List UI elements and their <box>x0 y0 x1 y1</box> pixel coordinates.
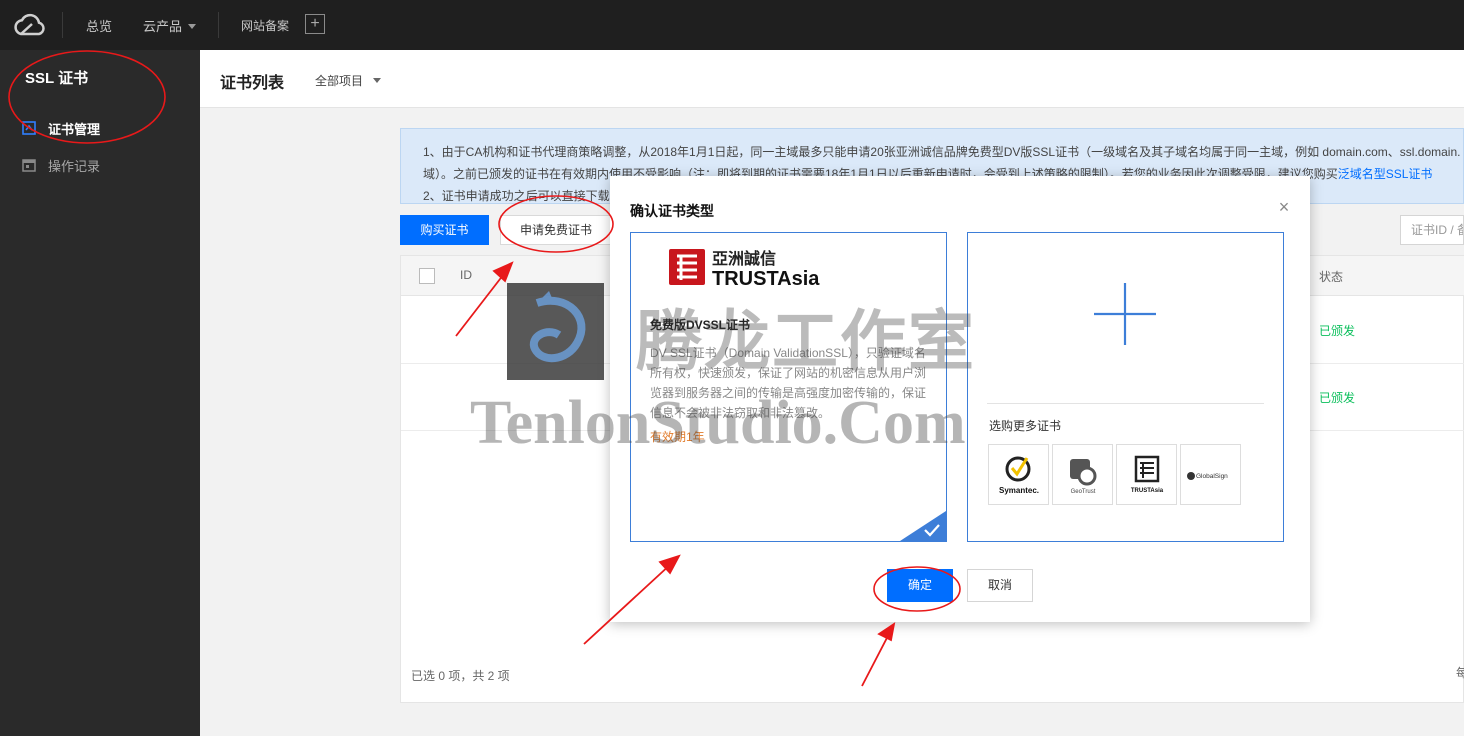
project-selector[interactable]: 全部项目 <box>315 72 382 89</box>
divider <box>62 12 63 38</box>
column-header-status: 状态 <box>1319 270 1344 284</box>
symantec-logo-icon: Symantec. <box>999 456 1039 495</box>
buy-certificate-button[interactable]: 购买证书 <box>400 215 489 245</box>
calendar-icon <box>22 159 36 172</box>
brand-label: Symantec. <box>999 486 1039 495</box>
certificate-icon <box>22 121 36 135</box>
brand-trustasia[interactable]: TRUSTAsia <box>1116 444 1177 505</box>
sidebar: SSL 证书 证书管理 操作记录 <box>0 50 200 736</box>
globalsign-logo-icon: GlobalSign <box>1187 472 1228 480</box>
add-shortcut-icon[interactable]: + <box>305 14 325 34</box>
brand-label: TRUSTAsia <box>1131 488 1164 494</box>
confirm-button[interactable]: 确定 <box>887 569 953 602</box>
brand-label: GeoTrust <box>1071 489 1096 495</box>
more-certificates-card[interactable]: 选购更多证书 Symantec. GeoTrust TRUSTAsia Glob… <box>967 232 1284 542</box>
top-navbar: 总览 云产品 网站备案 + <box>0 0 1464 50</box>
cancel-button[interactable]: 取消 <box>967 569 1033 602</box>
selection-summary: 已选 0 项，共 2 项 <box>411 669 510 683</box>
status-badge: 已颁发 <box>1319 324 1356 338</box>
watermark-text-cn: 腾龙工作室 <box>636 303 976 380</box>
watermark-text-en: TenlonStudio.Com <box>470 389 966 457</box>
plus-icon <box>1094 283 1156 345</box>
brand-symantec[interactable]: Symantec. <box>988 444 1049 505</box>
status-badge: 已颁发 <box>1319 391 1356 405</box>
divider <box>218 12 219 38</box>
trustasia-logo-cn: 亞洲誠信 <box>712 249 776 268</box>
trustasia-logo: 亞洲誠信 TRUSTAsia <box>669 249 820 289</box>
brand-globalsign[interactable]: GlobalSign <box>1180 444 1241 505</box>
free-dv-ssl-card[interactable]: 亞洲誠信 TRUSTAsia 免费版DVSSL证书 DV SSL证书（Domai… <box>630 232 947 542</box>
project-selector-label: 全部项目 <box>315 74 364 88</box>
nav-overview[interactable]: 总览 <box>86 16 112 35</box>
watermark-dragon-logo <box>507 283 604 380</box>
sidebar-item-label: 证书管理 <box>48 121 101 137</box>
wildcard-cert-link[interactable]: 泛域名型SSL证书 <box>1338 167 1433 181</box>
dialog-title: 确认证书类型 <box>630 203 714 219</box>
nav-products-label: 云产品 <box>143 19 183 34</box>
trustasia-small-logo-icon: TRUSTAsia <box>1131 455 1164 494</box>
sidebar-item-label: 操作记录 <box>48 158 101 174</box>
close-icon[interactable]: × <box>1276 198 1292 216</box>
cloud-logo-icon[interactable] <box>12 10 48 40</box>
trustasia-logo-en: TRUSTAsia <box>712 268 820 289</box>
more-certificates-label: 选购更多证书 <box>989 419 1062 433</box>
search-input[interactable]: 证书ID / 备 <box>1400 215 1464 245</box>
chevron-down-icon <box>373 78 382 83</box>
selected-check-icon <box>900 511 946 541</box>
nav-icp[interactable]: 网站备案 <box>241 17 289 34</box>
select-all-checkbox[interactable] <box>419 268 435 284</box>
nav-products[interactable]: 云产品 <box>143 16 197 35</box>
column-header-id: ID <box>460 268 472 282</box>
page-title: 证书列表 <box>220 75 285 92</box>
geotrust-logo-icon: GeoTrust <box>1070 459 1097 495</box>
apply-free-certificate-button[interactable]: 申请免费证书 <box>500 215 612 245</box>
sidebar-item-operation-log[interactable]: 操作记录 <box>22 155 100 175</box>
notice-line-1: 1、由于CA机构和证书代理商策略调整，从2018年1月1日起，同一主域最多只能申… <box>423 145 1461 159</box>
chevron-down-icon <box>188 24 197 29</box>
page-header: 证书列表 全部项目 <box>200 50 1464 108</box>
divider <box>987 403 1264 404</box>
brand-label: GlobalSign <box>1196 473 1228 480</box>
page-size-label: 每 <box>1456 666 1464 680</box>
sidebar-item-cert-management[interactable]: 证书管理 <box>22 118 100 138</box>
sidebar-title: SSL 证书 <box>25 70 89 87</box>
brand-geotrust[interactable]: GeoTrust <box>1052 444 1113 505</box>
